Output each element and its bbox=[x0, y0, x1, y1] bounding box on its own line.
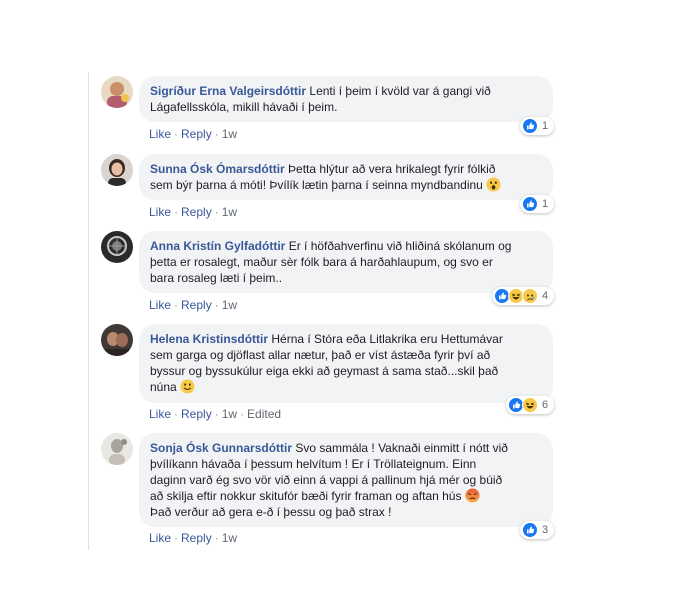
reaction-summary[interactable]: 3 bbox=[520, 521, 554, 539]
comment-text-line: sem garga og djöflast allar nætur, það e… bbox=[150, 348, 491, 362]
like-link[interactable]: Like bbox=[149, 298, 171, 312]
comment-text-line: daginn varð ég svo vör við einn á vappi … bbox=[150, 473, 503, 487]
comment-text-line: byssur og byssukúlur eiga ekki að geymas… bbox=[150, 364, 499, 378]
separator: · bbox=[214, 205, 219, 219]
comment-author[interactable]: Helena Kristinsdóttir bbox=[150, 332, 268, 346]
reaction-summary[interactable]: 4 bbox=[492, 287, 554, 305]
comment-author[interactable]: Anna Kristín Gylfadóttir bbox=[150, 239, 285, 253]
angry-emoji-icon bbox=[465, 488, 480, 503]
reply-link[interactable]: Reply bbox=[181, 298, 212, 312]
avatar[interactable] bbox=[101, 324, 133, 356]
comment-bubble: Anna Kristín Gylfadóttir Er í höfðahverf… bbox=[139, 231, 553, 293]
comment-text-line: sem býr þarna á móti! Þvílík lætin þarna… bbox=[150, 178, 483, 192]
like-link[interactable]: Like bbox=[149, 531, 171, 545]
timestamp[interactable]: 1w bbox=[222, 407, 237, 421]
separator: · bbox=[174, 298, 179, 312]
separator: · bbox=[174, 205, 179, 219]
reaction-count: 6 bbox=[542, 399, 549, 411]
timestamp[interactable]: 1w bbox=[222, 127, 237, 141]
avatar[interactable] bbox=[101, 76, 133, 108]
separator: · bbox=[214, 531, 219, 545]
separator: · bbox=[240, 407, 245, 421]
like-link[interactable]: Like bbox=[149, 407, 171, 421]
separator: · bbox=[174, 127, 179, 141]
comment-text-line: þetta er rosalegt, maður sèr fólk bara á… bbox=[150, 255, 493, 269]
reaction-summary[interactable]: 1 bbox=[520, 117, 554, 135]
reaction-summary[interactable]: 6 bbox=[506, 396, 554, 414]
like-link[interactable]: Like bbox=[149, 127, 171, 141]
reaction-count: 1 bbox=[542, 120, 549, 132]
comment-text-line: Hérna í Stóra eða Litlakrika eru Hettumá… bbox=[271, 332, 503, 346]
edited-label[interactable]: Edited bbox=[247, 407, 281, 421]
comment-author[interactable]: Sunna Ósk Ómarsdóttir bbox=[150, 162, 285, 176]
avatar[interactable] bbox=[101, 154, 133, 186]
wow-emoji-icon bbox=[486, 177, 501, 192]
comment-actions: Like · Reply · 1w bbox=[149, 127, 237, 141]
timestamp[interactable]: 1w bbox=[222, 205, 237, 219]
comment-text-line: núna bbox=[150, 380, 177, 394]
comment-text-line: Svo sammála ! Vaknaði einmitt í nótt við bbox=[295, 441, 508, 455]
comment-text-line: bara rosaleg læti í þeim.. bbox=[150, 271, 283, 285]
separator: · bbox=[214, 298, 219, 312]
like-icon bbox=[522, 196, 538, 212]
reaction-count: 1 bbox=[542, 198, 549, 210]
like-icon bbox=[522, 118, 538, 134]
comment-bubble: Helena Kristinsdóttir Hérna í Stóra eða … bbox=[139, 324, 553, 403]
reply-link[interactable]: Reply bbox=[181, 205, 212, 219]
reaction-count: 3 bbox=[542, 524, 549, 536]
timestamp[interactable]: 1w bbox=[222, 531, 237, 545]
comment-text-line: þvílíkann hávaða í þessum helvítum ! Er … bbox=[150, 457, 477, 471]
comment-actions: Like · Reply · 1w bbox=[149, 298, 237, 312]
comment-author[interactable]: Sigríður Erna Valgeirsdóttir bbox=[150, 84, 306, 98]
comment-actions: Like · Reply · 1w · Edited bbox=[149, 407, 281, 421]
reaction-count: 4 bbox=[542, 290, 549, 302]
reply-link[interactable]: Reply bbox=[181, 407, 212, 421]
sad-icon bbox=[522, 288, 538, 304]
haha-icon bbox=[522, 397, 538, 413]
like-link[interactable]: Like bbox=[149, 205, 171, 219]
comment-text-line: að skilja eftir nokkur skitufór bæði fyr… bbox=[150, 489, 462, 503]
comment-author[interactable]: Sonja Ósk Gunnarsdóttir bbox=[150, 441, 292, 455]
like-icon bbox=[522, 522, 538, 538]
comment-actions: Like · Reply · 1w bbox=[149, 531, 237, 545]
comment-text-line: Þetta hlýtur að vera hrikalegt fyrir fól… bbox=[288, 162, 496, 176]
comment-bubble: Sunna Ósk Ómarsdóttir Þetta hlýtur að ve… bbox=[139, 154, 553, 200]
smile-emoji-icon bbox=[180, 379, 195, 394]
reply-link[interactable]: Reply bbox=[181, 127, 212, 141]
separator: · bbox=[214, 407, 219, 421]
reaction-summary[interactable]: 1 bbox=[520, 195, 554, 213]
reply-link[interactable]: Reply bbox=[181, 531, 212, 545]
comment-text-line: Það verður að gera e-ð í þessu og það st… bbox=[150, 505, 392, 519]
comment-text-line: Er í höfðahverfinu við hliðiná skólanum … bbox=[288, 239, 512, 253]
comment-bubble: Sigríður Erna Valgeirsdóttir Lenti í þei… bbox=[139, 76, 553, 122]
avatar[interactable] bbox=[101, 433, 133, 465]
comment-actions: Like · Reply · 1w bbox=[149, 205, 237, 219]
separator: · bbox=[174, 531, 179, 545]
comment-bubble: Sonja Ósk Gunnarsdóttir Svo sammála ! Va… bbox=[139, 433, 553, 527]
timestamp[interactable]: 1w bbox=[222, 298, 237, 312]
thread-line bbox=[88, 72, 89, 550]
separator: · bbox=[214, 127, 219, 141]
avatar[interactable] bbox=[101, 231, 133, 263]
separator: · bbox=[174, 407, 179, 421]
